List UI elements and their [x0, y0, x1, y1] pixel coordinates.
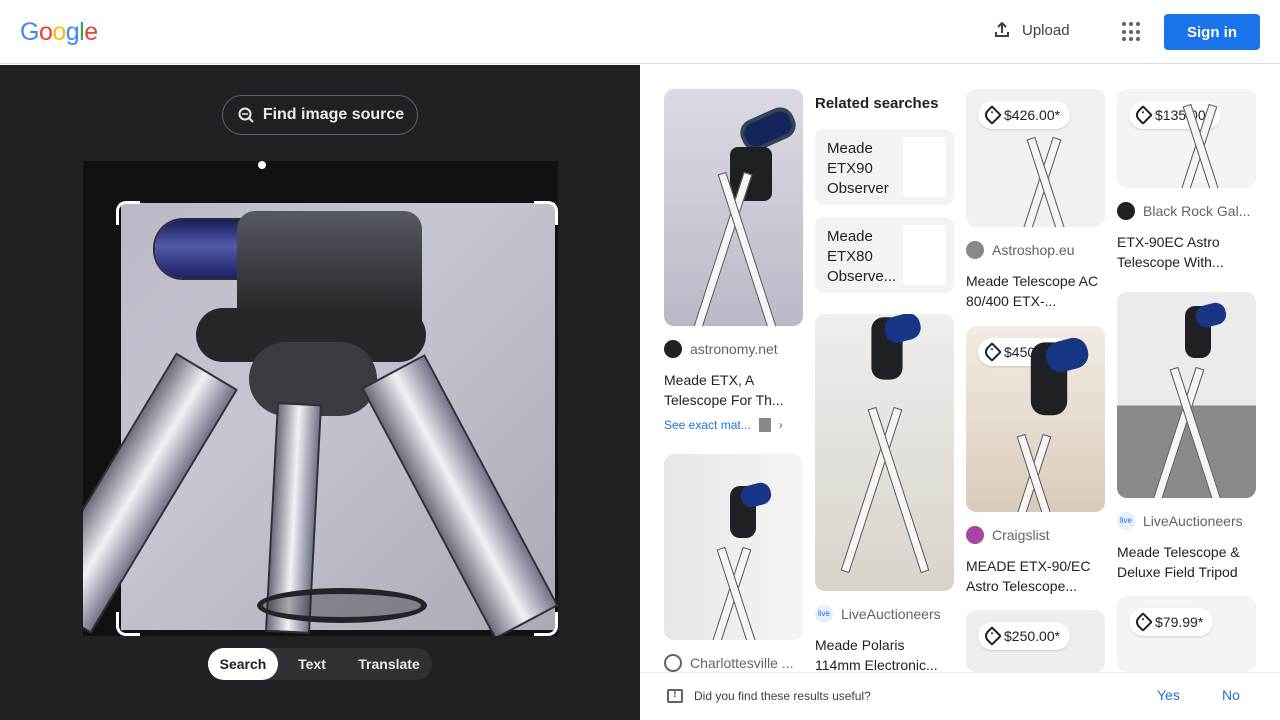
price-tag-icon	[982, 105, 1002, 125]
tripod-leg	[83, 352, 238, 634]
google-apps-icon[interactable]	[1122, 22, 1142, 42]
crop-top-left-handle[interactable]	[116, 201, 140, 225]
crop-bottom-left-handle[interactable]	[116, 612, 140, 636]
result-card[interactable]: $135.00* Black Rock Gal... ETX-90EC Astr…	[1117, 89, 1256, 272]
result-thumbnail: $426.00*	[966, 89, 1105, 227]
accessory-tray	[257, 588, 427, 623]
result-source: LiveAuctioneers	[1143, 513, 1243, 529]
result-thumbnail	[664, 89, 803, 326]
results-feedback-bar: Did you find these results useful? Yes N…	[640, 672, 1280, 720]
upload-icon	[995, 21, 1009, 37]
translate-mode-tab[interactable]: Translate	[346, 648, 432, 680]
price-tag-icon	[1133, 612, 1153, 632]
crop-drag-handle[interactable]	[258, 161, 266, 169]
result-thumbnail: $450.00*	[966, 326, 1105, 512]
result-source: Craigslist	[992, 527, 1050, 543]
tripod-image	[1139, 364, 1235, 484]
result-card[interactable]: $79.99*	[1117, 596, 1256, 672]
result-thumbnail: $135.00*	[1117, 89, 1256, 188]
result-title: ETX-90EC Astro Telescope With...	[1117, 234, 1224, 270]
telescope-image	[999, 340, 1086, 441]
related-thumbnail	[903, 225, 946, 285]
exact-match-thumbnail-icon	[758, 418, 771, 432]
result-title: Meade Telescope AC 80/400 ETX-...	[966, 273, 1099, 309]
price-tag-icon	[982, 626, 1002, 646]
tripod-image	[687, 169, 783, 326]
tripod-image	[996, 134, 1092, 224]
tripod-image	[986, 431, 1082, 511]
price-badge: $79.99*	[1129, 608, 1214, 636]
telescope-image	[844, 315, 918, 401]
related-search-item[interactable]: Meade ETX80 Observe...	[815, 217, 954, 293]
result-title: Meade ETX, A Telescope For Th...	[664, 372, 784, 408]
related-search-item[interactable]: Meade ETX90 Observer	[815, 129, 954, 205]
text-mode-tab[interactable]: Text	[278, 648, 346, 680]
feedback-icon	[667, 688, 683, 703]
result-card[interactable]: astronomy.net Meade ETX, A Telescope For…	[664, 89, 803, 432]
result-card[interactable]: live LiveAuctioneers Meade Telescope & De…	[1117, 292, 1256, 582]
price-tag-icon	[1133, 105, 1153, 125]
result-card[interactable]: $250.00*	[966, 610, 1105, 672]
result-card[interactable]: $426.00* Astroshop.eu Meade Telescope AC…	[966, 89, 1105, 311]
liveauctioneers-favicon-icon: live	[815, 605, 833, 623]
astronomy-favicon-icon	[664, 340, 682, 358]
find-image-source-button[interactable]: Find image source	[222, 95, 418, 135]
result-title: MEADE ETX-90/EC Astro Telescope...	[966, 558, 1091, 594]
price-badge: $250.00*	[978, 622, 1071, 650]
tripod-image	[1152, 101, 1248, 188]
chevron-right-icon: ›	[778, 418, 783, 432]
result-thumbnail: $250.00*	[966, 610, 1105, 672]
sign-in-button[interactable]: Sign in	[1164, 14, 1260, 50]
related-searches-title: Related searches	[815, 95, 939, 112]
result-card[interactable]: $450.00* Craigslist MEADE ETX-90/EC Astr…	[966, 326, 1105, 596]
result-title: Meade Telescope & Deluxe Field Tripod	[1117, 544, 1240, 580]
result-thumbnail	[1117, 292, 1256, 498]
result-title: Meade Polaris 114mm Electronic...	[815, 637, 938, 672]
price-badge: $426.00*	[978, 101, 1071, 129]
crop-bottom-right-handle[interactable]	[534, 612, 558, 636]
result-card[interactable]: live LiveAuctioneers Meade Polaris 114mm …	[815, 314, 954, 672]
result-source: Charlottesville ...	[690, 655, 794, 671]
black-rock-favicon-icon	[1117, 202, 1135, 220]
tripod-image	[686, 544, 782, 640]
image-search-icon	[238, 107, 254, 123]
feedback-yes-button[interactable]: Yes	[1157, 687, 1180, 703]
result-thumbnail: $79.99*	[1117, 596, 1256, 672]
feedback-no-button[interactable]: No	[1222, 687, 1240, 703]
search-image[interactable]	[83, 161, 558, 636]
telescope-image	[83, 203, 558, 636]
globe-icon	[664, 654, 682, 672]
find-image-source-label: Find image source	[262, 106, 405, 123]
result-source: LiveAuctioneers	[841, 606, 941, 622]
google-logo[interactable]: Google	[20, 18, 98, 47]
result-source: astronomy.net	[690, 341, 778, 357]
liveauctioneers-favicon-icon: live	[1117, 512, 1135, 530]
astroshop-favicon-icon	[966, 241, 984, 259]
see-exact-matches-link[interactable]: See exact mat... ›	[664, 418, 803, 432]
tripod-image	[837, 404, 933, 584]
result-source: Astroshop.eu	[992, 242, 1075, 258]
upload-label: Upload	[1022, 21, 1070, 39]
lens-mode-tabs: Search Text Translate	[208, 648, 432, 680]
image-selection-panel: Find image source Search Text Translate	[0, 65, 640, 720]
result-card[interactable]: Charlottesville ...	[664, 454, 803, 672]
feedback-question: Did you find these results useful?	[694, 689, 871, 703]
upload-button[interactable]: Upload	[992, 20, 1070, 40]
related-thumbnail	[903, 137, 946, 197]
visual-matches-panel: astronomy.net Meade ETX, A Telescope For…	[640, 65, 1280, 672]
craigslist-peace-icon	[966, 526, 984, 544]
search-mode-tab[interactable]: Search	[208, 648, 278, 680]
result-source: Black Rock Gal...	[1143, 203, 1251, 219]
top-header: Google Upload Sign in	[0, 0, 1280, 64]
result-thumbnail	[664, 454, 803, 640]
result-thumbnail	[815, 314, 954, 591]
crop-top-right-handle[interactable]	[534, 201, 558, 225]
